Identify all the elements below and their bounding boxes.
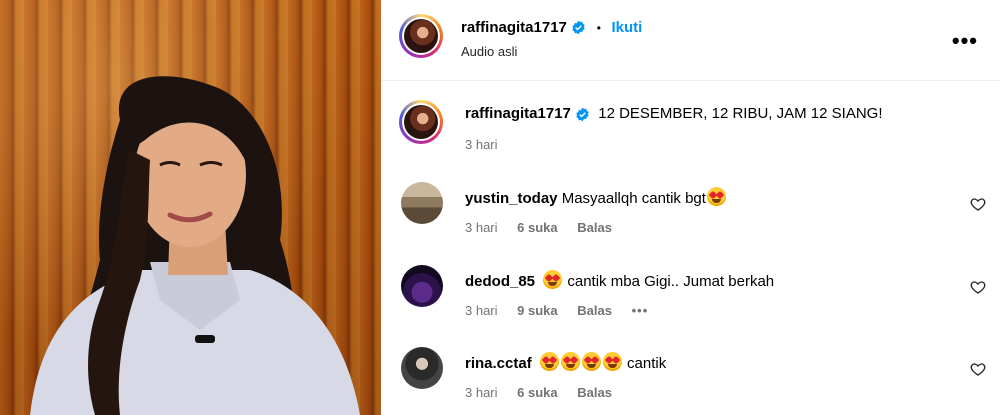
post-detail-panel: raffinagita1717 • Ikuti Audio asli ••• r…	[381, 0, 1000, 415]
reply-button[interactable]: Balas	[577, 303, 612, 318]
post-video[interactable]	[0, 0, 381, 415]
like-heart-icon[interactable]	[970, 196, 986, 212]
author-avatar[interactable]	[399, 14, 443, 58]
heart-eyes-emoji-icon	[602, 352, 622, 371]
comment-avatar[interactable]	[401, 347, 443, 389]
comment-meta: 3 hari 6 suka Balas	[465, 385, 628, 400]
verified-badge-icon	[572, 20, 586, 35]
verified-badge-icon	[576, 107, 589, 121]
reply-button[interactable]: Balas	[577, 385, 612, 400]
author-username[interactable]: raffinagita1717	[461, 19, 567, 36]
caption-text: 12 DESEMBER, 12 RIBU, JAM 12 SIANG!	[598, 105, 883, 122]
audio-label[interactable]: Audio asli	[461, 44, 517, 59]
like-heart-icon[interactable]	[970, 361, 986, 377]
caption-time[interactable]: 3 hari	[465, 137, 498, 152]
heart-eyes-emoji-icon	[543, 270, 563, 289]
reply-button[interactable]: Balas	[577, 220, 612, 235]
comment-body: rina.cctaf cantik	[465, 352, 666, 372]
heart-eyes-emoji-icon	[560, 352, 580, 371]
caption-username[interactable]: raffinagita1717	[465, 105, 571, 122]
comment-likes[interactable]: 9 suka	[517, 303, 557, 318]
comment-username[interactable]: yustin_today	[465, 190, 558, 207]
comment-avatar[interactable]	[401, 182, 443, 224]
comment-body: dedod_85 cantik mba Gigi.. Jumat berkah	[465, 270, 774, 290]
comment-time[interactable]: 3 hari	[465, 303, 498, 318]
person-in-video-image	[30, 76, 360, 415]
comment-username[interactable]: dedod_85	[465, 273, 535, 290]
comment-time[interactable]: 3 hari	[465, 385, 498, 400]
heart-eyes-emoji-icon	[706, 187, 726, 206]
caption-avatar[interactable]	[399, 100, 443, 144]
comment-time[interactable]: 3 hari	[465, 220, 498, 235]
comment-meta: 3 hari 9 suka Balas •••	[465, 303, 664, 318]
comment-likes[interactable]: 6 suka	[517, 220, 557, 235]
comment-text: cantik mba Gigi.. Jumat berkah	[567, 273, 775, 290]
follow-button[interactable]: Ikuti	[611, 19, 642, 36]
comment-more-options-icon[interactable]: •••	[632, 303, 649, 318]
caption: raffinagita1717 12 DESEMBER, 12 RIBU, JA…	[465, 105, 883, 122]
dot-separator: •	[596, 21, 601, 35]
heart-eyes-emoji-icon	[539, 352, 559, 371]
heart-eyes-emoji-icon	[581, 352, 601, 371]
comment-meta: 3 hari 6 suka Balas	[465, 220, 628, 235]
comment-body: yustin_today Masyaallqh cantik bgt	[465, 187, 727, 207]
comment-username[interactable]: rina.cctaf	[465, 355, 532, 372]
comment-likes[interactable]: 6 suka	[517, 385, 557, 400]
comment-text: cantik	[627, 355, 667, 372]
comment-avatar[interactable]	[401, 265, 443, 307]
more-options-icon[interactable]: •••	[952, 28, 978, 54]
like-heart-icon[interactable]	[970, 279, 986, 295]
post-header: raffinagita1717 • Ikuti Audio asli •••	[381, 0, 1000, 81]
comment-text: Masyaallqh cantik bgt	[561, 190, 706, 207]
